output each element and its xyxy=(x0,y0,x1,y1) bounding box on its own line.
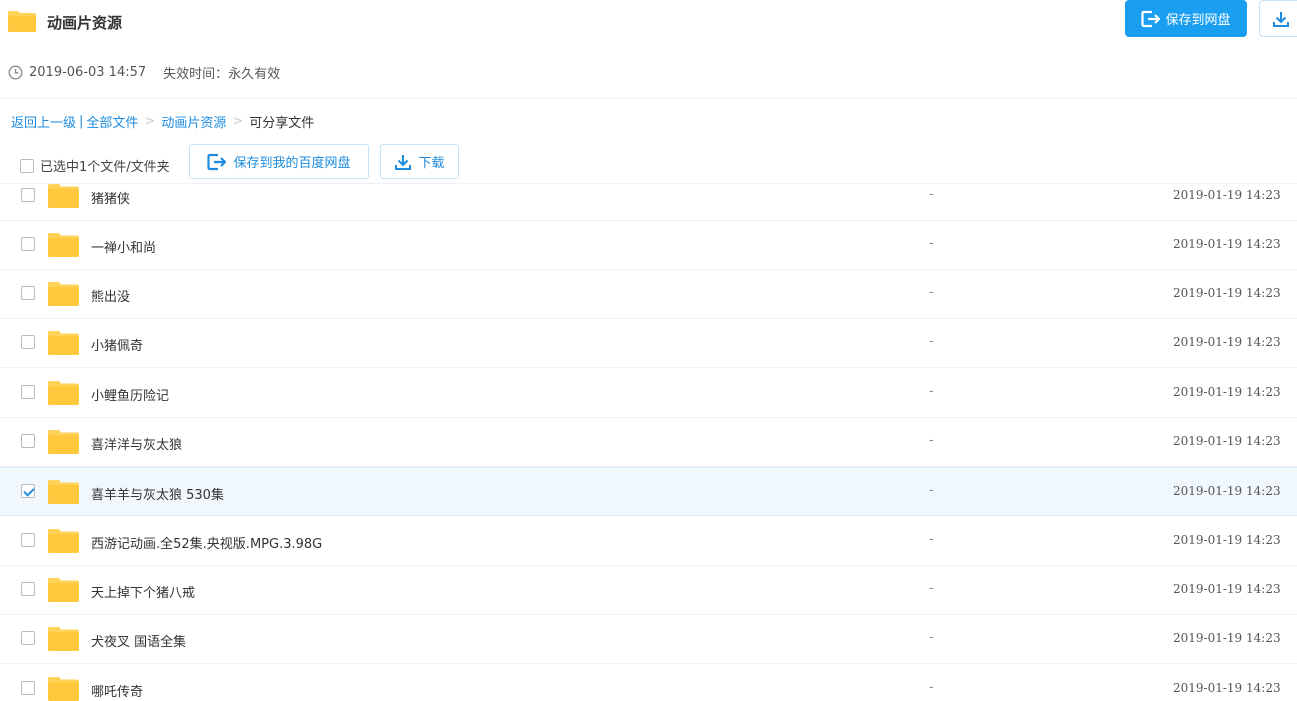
row-checkbox[interactable] xyxy=(21,385,35,399)
file-row[interactable]: 小猪佩奇 - 2019-01-19 14:23 xyxy=(0,319,1297,368)
file-size: - xyxy=(929,236,934,251)
file-size: - xyxy=(929,581,934,596)
file-date: 2019-01-19 14:23 xyxy=(1173,484,1281,498)
file-name[interactable]: 天上掉下个猪八戒 xyxy=(91,582,195,601)
all-files-link[interactable]: 全部文件 xyxy=(86,112,138,131)
file-date: 2019-01-19 14:23 xyxy=(1173,286,1281,300)
file-size: - xyxy=(929,433,934,448)
file-name[interactable]: 熊出没 xyxy=(91,286,130,305)
folder-icon xyxy=(48,331,79,355)
file-date: 2019-01-19 14:23 xyxy=(1173,335,1281,349)
row-checkbox[interactable] xyxy=(21,237,35,251)
file-date: 2019-01-19 14:23 xyxy=(1173,631,1281,645)
file-size: - xyxy=(929,532,934,547)
file-row[interactable]: 喜洋洋与灰太狼 - 2019-01-19 14:23 xyxy=(0,418,1297,467)
file-size: - xyxy=(929,187,934,202)
file-size: - xyxy=(929,630,934,645)
download-label: 下载 xyxy=(418,156,445,171)
save-icon xyxy=(1141,10,1161,27)
clock-icon xyxy=(8,65,23,79)
file-name[interactable]: 犬夜叉 国语全集 xyxy=(91,631,186,650)
row-checkbox[interactable] xyxy=(21,335,35,349)
file-name[interactable]: 喜洋洋与灰太狼 xyxy=(91,434,182,453)
page-title: 动画片资源 xyxy=(47,14,123,32)
file-name[interactable]: 喜羊羊与灰太狼 530集 xyxy=(91,484,224,503)
row-checkbox[interactable] xyxy=(21,484,35,498)
folder-icon xyxy=(48,677,79,701)
file-date: 2019-01-19 14:23 xyxy=(1173,681,1281,695)
save-to-netdisk-button[interactable]: 保存到网盘 xyxy=(1125,0,1247,37)
file-row[interactable]: 西游记动画.全52集.央视版.MPG.3.98G - 2019-01-19 14:2… xyxy=(0,517,1297,566)
expire-label: 失效时间： xyxy=(163,66,229,82)
file-row[interactable]: 哪吒传奇 - 2019-01-19 14:23 xyxy=(0,665,1297,701)
file-name[interactable]: 哪吒传奇 xyxy=(91,681,143,700)
row-checkbox[interactable] xyxy=(21,681,35,695)
file-name[interactable]: 西游记动画.全52集.央视版.MPG.3.98G xyxy=(91,533,322,552)
breadcrumb-bar: | xyxy=(79,114,84,129)
file-date: 2019-01-19 14:23 xyxy=(1173,188,1281,202)
expire-value: 永久有效 xyxy=(228,66,281,82)
download-icon xyxy=(395,154,412,170)
folder-icon xyxy=(48,578,79,602)
download-icon xyxy=(1273,11,1289,27)
save-to-my-netdisk-label: 保存到我的百度网盘 xyxy=(233,156,351,171)
page-header: 动画片资源 保存到网盘 xyxy=(0,0,1297,44)
file-list: 猪猪侠 - 2019-01-19 14:23 一禅小和尚 - 2019-01-19 14:… xyxy=(0,183,1297,701)
row-checkbox[interactable] xyxy=(21,533,35,547)
breadcrumb-current: 可分享文件 xyxy=(249,116,315,131)
folder-icon xyxy=(48,282,79,306)
select-all-checkbox[interactable] xyxy=(20,158,34,173)
file-date: 2019-01-19 14:23 xyxy=(1173,237,1281,251)
folder-icon xyxy=(48,480,79,504)
save-to-netdisk-label: 保存到网盘 xyxy=(1165,13,1231,28)
file-date: 2019-01-19 14:23 xyxy=(1173,385,1281,399)
file-date: 2019-01-19 14:23 xyxy=(1173,533,1281,547)
save-icon xyxy=(207,153,227,170)
folder-icon xyxy=(48,430,79,454)
file-size: - xyxy=(929,483,934,498)
share-meta: 2019-06-03 14:57 失效时间： 永久有效 xyxy=(8,62,280,82)
folder-icon xyxy=(48,233,79,257)
back-link[interactable]: 返回上一级 xyxy=(11,112,76,131)
file-row[interactable]: 一禅小和尚 - 2019-01-19 14:23 xyxy=(0,221,1297,270)
file-row[interactable]: 熊出没 - 2019-01-19 14:23 xyxy=(0,270,1297,319)
breadcrumb: 返回上一级 | 全部文件 > 动画片资源 > 可分享文件 xyxy=(11,112,314,131)
file-name[interactable]: 猪猪侠 xyxy=(91,188,130,207)
file-size: - xyxy=(929,334,934,349)
folder-link[interactable]: 动画片资源 xyxy=(161,112,226,131)
file-date: 2019-01-19 14:23 xyxy=(1173,434,1281,448)
breadcrumb-separator: > xyxy=(144,114,156,129)
divider xyxy=(0,98,1297,99)
breadcrumb-separator: > xyxy=(232,114,244,129)
file-row[interactable]: 喜羊羊与灰太狼 530集 - 2019-01-19 14:23 xyxy=(0,467,1297,516)
folder-icon xyxy=(48,381,79,405)
file-size: - xyxy=(929,384,934,399)
file-size: - xyxy=(929,285,934,300)
row-checkbox[interactable] xyxy=(21,286,35,300)
row-checkbox[interactable] xyxy=(21,434,35,448)
folder-icon xyxy=(48,627,79,651)
file-name[interactable]: 小猪佩奇 xyxy=(91,335,143,354)
download-button-top[interactable] xyxy=(1259,0,1297,37)
row-checkbox[interactable] xyxy=(21,188,35,202)
file-row[interactable]: 小鲤鱼历险记 - 2019-01-19 14:23 xyxy=(0,369,1297,418)
row-checkbox[interactable] xyxy=(21,631,35,645)
folder-icon xyxy=(48,184,79,208)
file-name[interactable]: 一禅小和尚 xyxy=(91,237,156,256)
folder-icon xyxy=(48,529,79,553)
file-row[interactable]: 猪猪侠 - 2019-01-19 14:23 xyxy=(0,172,1297,221)
file-row[interactable]: 天上掉下个猪八戒 - 2019-01-19 14:23 xyxy=(0,566,1297,615)
file-row[interactable]: 犬夜叉 国语全集 - 2019-01-19 14:23 xyxy=(0,615,1297,664)
folder-icon xyxy=(8,11,36,32)
file-date: 2019-01-19 14:23 xyxy=(1173,582,1281,596)
row-checkbox[interactable] xyxy=(21,582,35,596)
file-name[interactable]: 小鲤鱼历险记 xyxy=(91,385,169,404)
share-time: 2019-06-03 14:57 xyxy=(29,64,147,80)
file-size: - xyxy=(929,680,934,695)
